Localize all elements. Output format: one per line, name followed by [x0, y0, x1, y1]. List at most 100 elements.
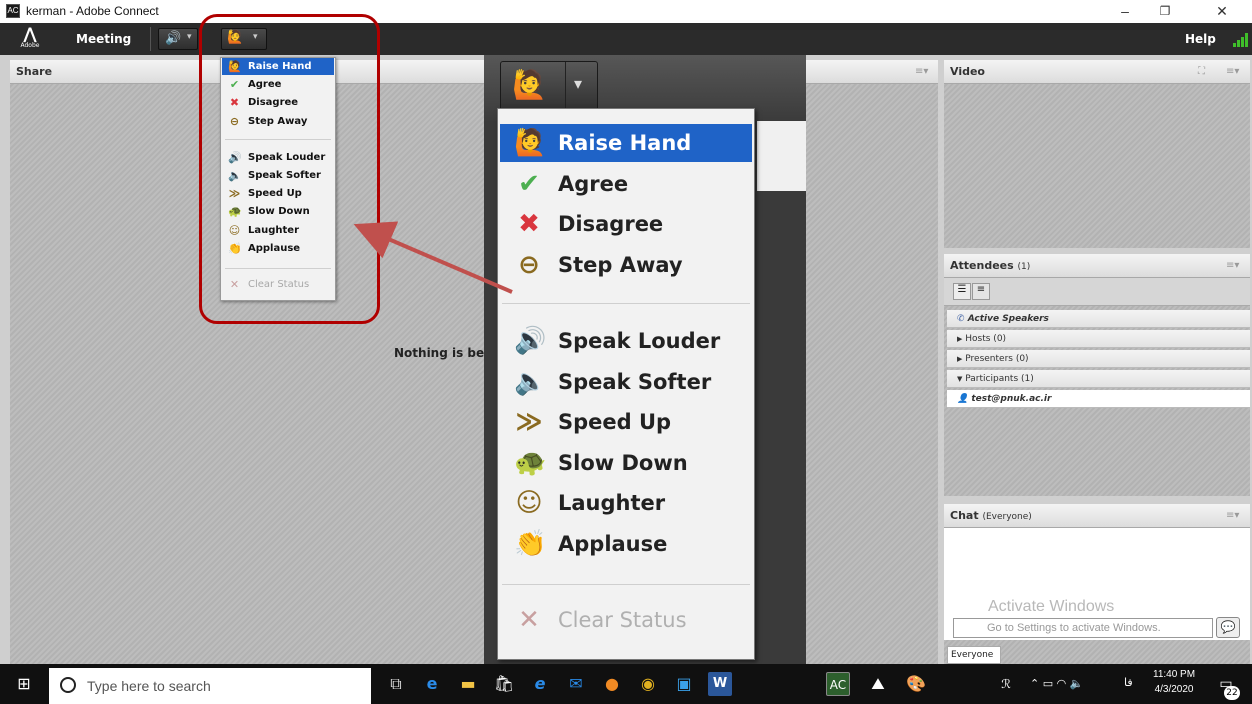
caret-down-icon: ▼ — [957, 375, 963, 383]
chevron-down-icon: ▾ — [574, 74, 583, 93]
edge-icon[interactable]: e — [420, 672, 444, 696]
windows-start-icon[interactable]: ⊞ — [12, 672, 36, 696]
share-pod-title: Share — [16, 65, 53, 78]
task-view-icon[interactable]: ⧉ — [384, 672, 408, 696]
caret-right-icon: ▶ — [957, 355, 963, 363]
adobe-connect-taskbar-icon[interactable]: AC — [826, 672, 850, 696]
clock[interactable]: 11:40 PM 4/3/2020 — [1153, 667, 1195, 697]
send-chat-icon[interactable]: 💬 — [1216, 617, 1240, 638]
minimize-button[interactable]: – — [1105, 0, 1145, 23]
help-menu[interactable]: Help — [1185, 32, 1216, 46]
status-item-disagree[interactable]: ✖ Disagree — [500, 205, 752, 243]
notification-count: 22 — [1224, 686, 1240, 700]
mail-icon[interactable]: ✉ — [564, 672, 588, 696]
group-view-icon[interactable]: ≡ — [972, 283, 990, 300]
activate-windows-title: Activate Windows — [988, 598, 1115, 615]
video-pod: Video ⛶ ≡▾ — [944, 60, 1250, 248]
slow-down-icon: 🐢 — [514, 447, 547, 478]
status-item-label: Speak Softer — [558, 369, 712, 394]
annotation-highlight-box — [199, 14, 380, 324]
attendee-count: (1) — [1017, 262, 1031, 272]
maximize-button[interactable]: ❐ — [1145, 0, 1185, 23]
menu-bar: ⋀ Adobe Meeting 🔊 ▾ 🙋 ▾ Help — [0, 23, 1252, 55]
chat-scope: (Everyone) — [982, 512, 1032, 522]
connection-strength-icon — [1233, 33, 1249, 47]
caret-right-icon: ▶ — [957, 335, 963, 343]
taskbar-search-input[interactable]: Type here to search — [49, 668, 371, 704]
laughter-icon: ☺ — [515, 488, 543, 518]
close-button[interactable]: ✕ — [1192, 0, 1252, 23]
adobe-connect-icon: AC — [6, 4, 20, 18]
chat-pod-header: Chat (Everyone) ≡▾ — [944, 504, 1250, 528]
pod-options-icon[interactable]: ≡▾ — [1226, 60, 1239, 84]
status-menu-zoomed: 🙋 Raise Hand ✔ Agree ✖ Disagree ⊖ Step Away 🔊 Spe… — [497, 108, 755, 660]
zoomed-pod-header — [757, 121, 806, 191]
status-item-label: Clear Status — [558, 608, 687, 632]
raise-hand-icon: 🙋 — [512, 68, 547, 101]
status-item-speak-louder[interactable]: 🔊 Speak Louder — [500, 322, 752, 360]
participant-item[interactable]: 👤 test@pnuk.ac.ir — [947, 390, 1250, 408]
search-icon — [60, 677, 76, 693]
raise-hand-icon: 🙋 — [514, 128, 547, 158]
attendees-pod-header: Attendees (1) ≡▾ — [944, 254, 1250, 278]
adobe-logo: ⋀ Adobe — [20, 24, 40, 50]
menu-separator — [502, 584, 750, 585]
participants-row[interactable]: ▼ Participants (1) — [947, 370, 1250, 388]
attendees-toolbar: ☰ ≡ — [944, 278, 1250, 306]
chat-input[interactable]: Go to Settings to activate Windows. — [953, 618, 1213, 638]
video-pod-header: Video ⛶ ≡▾ — [944, 60, 1250, 84]
applause-icon: 👏 — [514, 528, 547, 559]
status-item-speak-softer[interactable]: 🔈 Speak Softer — [500, 363, 752, 401]
hosts-row[interactable]: ▶ Hosts (0) — [947, 330, 1250, 348]
disagree-icon: ✖ — [518, 209, 540, 239]
phone-icon: ✆ — [957, 314, 965, 324]
active-speakers-row: ✆ Active Speakers — [947, 310, 1250, 328]
speak-softer-icon: 🔈 — [514, 366, 547, 397]
paint-icon[interactable]: 🎨 — [904, 672, 928, 696]
status-item-label: Applause — [558, 531, 668, 556]
store-icon[interactable]: 🛍 — [492, 672, 516, 696]
status-item-speed-up[interactable]: ≫ Speed Up — [500, 403, 752, 441]
clear-status-icon: ✕ — [518, 605, 540, 635]
meeting-menu[interactable]: Meeting — [76, 32, 131, 46]
user-icon: 👤 — [957, 394, 969, 404]
window-title: kerman - Adobe Connect — [26, 4, 159, 18]
status-item-applause[interactable]: 👏 Applause — [500, 525, 752, 563]
chat-tab-everyone[interactable]: Everyone — [947, 646, 1001, 664]
pod-options-icon[interactable]: ≡▾ — [915, 60, 928, 84]
pod-options-icon[interactable]: ≡▾ — [1226, 504, 1239, 528]
input-language[interactable]: فا — [1124, 676, 1133, 689]
app-icon[interactable]: ▣ — [672, 672, 696, 696]
chat-pod: Chat (Everyone) ≡▾ Everyone — [944, 504, 1250, 664]
status-item-agree[interactable]: ✔ Agree — [500, 165, 752, 203]
status-item-label: Speak Louder — [558, 329, 721, 353]
status-item-laughter[interactable]: ☺ Laughter — [500, 484, 752, 522]
list-view-icon[interactable]: ☰ — [953, 283, 971, 300]
tray-icons[interactable]: ⌃ ▭ ◠ 🔈 — [1030, 672, 1100, 696]
chrome-icon[interactable]: ◉ — [636, 672, 660, 696]
status-item-label: Step Away — [558, 252, 683, 277]
status-item-label: Laughter — [558, 491, 666, 515]
speak-louder-icon: 🔊 — [514, 326, 547, 356]
speed-up-icon: ≫ — [515, 407, 543, 437]
share-placeholder-text: Nothing is be — [394, 346, 485, 360]
internet-explorer-icon[interactable]: e — [528, 672, 552, 696]
presenters-row[interactable]: ▶ Presenters (0) — [947, 350, 1250, 368]
step-away-icon: ⊖ — [518, 249, 540, 280]
audio-button[interactable]: 🔊 ▾ — [158, 28, 198, 50]
status-item-step-away[interactable]: ⊖ Step Away — [500, 246, 752, 284]
menu-separator — [502, 303, 750, 304]
status-item-slow-down[interactable]: 🐢 Slow Down — [500, 444, 752, 482]
photos-icon[interactable]: ⛰ — [866, 672, 890, 696]
status-button-zoomed[interactable]: 🙋 ▾ — [500, 61, 598, 113]
people-icon[interactable]: ℛ — [994, 672, 1018, 696]
fullscreen-icon[interactable]: ⛶ — [1198, 60, 1205, 84]
firefox-icon[interactable]: ● — [600, 672, 624, 696]
word-icon[interactable]: W — [708, 672, 732, 696]
pod-options-icon[interactable]: ≡▾ — [1226, 254, 1239, 278]
chevron-down-icon: ▾ — [187, 32, 192, 42]
status-item-label: Raise Hand — [558, 131, 692, 155]
file-explorer-icon[interactable]: ▬ — [456, 672, 480, 696]
status-item-raise-hand[interactable]: 🙋 Raise Hand — [500, 124, 752, 162]
status-item-clear-status[interactable]: ✕ Clear Status — [500, 601, 752, 639]
